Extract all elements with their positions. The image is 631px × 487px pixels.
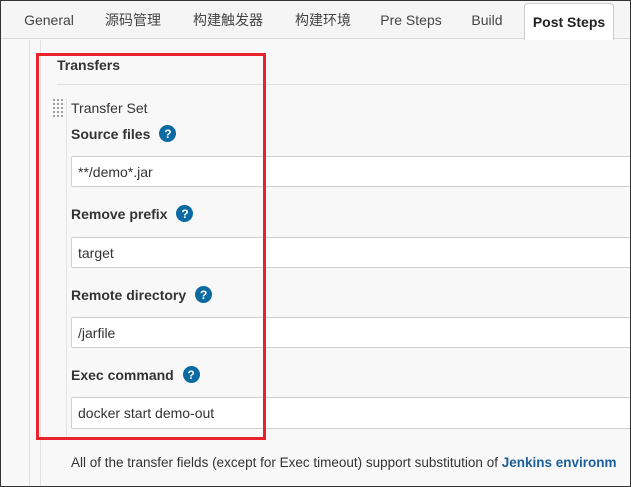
remove-prefix-input[interactable]: target: [71, 237, 631, 268]
remote-directory-value: /jarfile: [78, 324, 116, 341]
remove-prefix-label: Remove prefix ?: [71, 205, 194, 222]
substitution-note-text: All of the transfer fields (except for E…: [71, 455, 502, 470]
tab-build-environment[interactable]: 构建环境: [286, 0, 360, 39]
help-icon[interactable]: ?: [182, 366, 200, 383]
source-files-input[interactable]: **/demo*.jar: [71, 156, 631, 187]
exec-command-textarea[interactable]: docker start demo-out: [71, 397, 631, 429]
help-icon[interactable]: ?: [176, 205, 194, 222]
exec-command-label-text: Exec command: [71, 366, 174, 383]
remote-directory-label: Remote directory ?: [71, 286, 213, 303]
gutter-divider: [40, 40, 41, 487]
tab-bar: General 源码管理 构建触发器 构建环境 Pre Steps Build …: [0, 0, 631, 40]
tab-general[interactable]: General: [14, 0, 84, 39]
source-files-label-text: Source files: [71, 125, 151, 142]
tab-source-control[interactable]: 源码管理: [96, 0, 170, 39]
transfer-set: [66, 98, 631, 438]
section-title: Transfers: [57, 57, 121, 73]
help-icon[interactable]: ?: [195, 286, 213, 303]
jenkins-environment-link[interactable]: Jenkins environm: [502, 455, 617, 470]
tab-build-triggers[interactable]: 构建触发器: [182, 0, 274, 39]
transfer-set-title: Transfer Set: [71, 100, 148, 116]
help-icon[interactable]: ?: [159, 125, 177, 142]
source-files-label: Source files ?: [71, 125, 177, 142]
source-files-value: **/demo*.jar: [78, 163, 153, 180]
left-gutter: [0, 40, 30, 487]
tab-pre-steps[interactable]: Pre Steps: [372, 0, 450, 39]
remote-directory-label-text: Remote directory: [71, 286, 187, 303]
remove-prefix-value: target: [78, 244, 114, 261]
remote-directory-input[interactable]: /jarfile: [71, 317, 631, 348]
tab-post-steps[interactable]: Post Steps: [524, 3, 614, 40]
exec-command-value: docker start demo-out: [78, 405, 215, 421]
drag-handle-icon[interactable]: [52, 98, 64, 118]
section-divider: [57, 84, 631, 85]
tab-build[interactable]: Build: [462, 0, 512, 39]
substitution-note: All of the transfer fields (except for E…: [71, 455, 617, 470]
remove-prefix-label-text: Remove prefix: [71, 205, 168, 222]
exec-command-label: Exec command ?: [71, 366, 200, 383]
